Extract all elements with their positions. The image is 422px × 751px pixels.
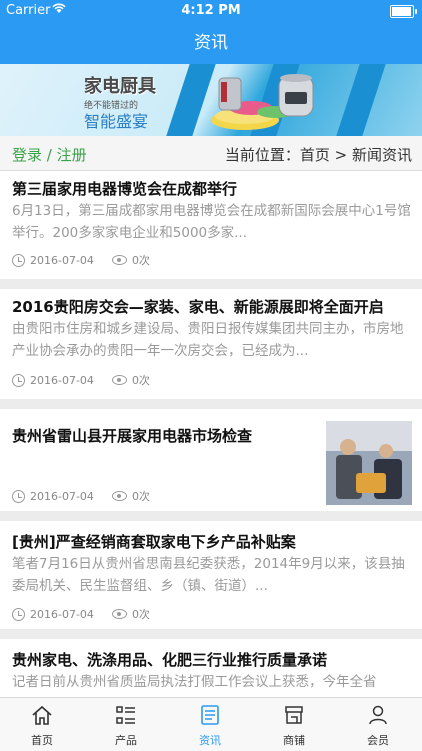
news-date: 2016-07-04 <box>30 373 94 387</box>
news-title: 贵州家电、洗涤用品、化肥三行业推行质量承诺 <box>12 651 328 669</box>
news-item[interactable]: 贵州省雷山县开展家用电器市场检查 2016-07-04 0次 <box>0 409 422 511</box>
banner-slogan: 智能盛宴 <box>84 112 149 131</box>
eye-icon <box>111 609 127 619</box>
news-title: 2016贵阳房交会—家装、家电、新能源展即将全面开启 <box>12 298 384 316</box>
clock-time: 4:12 PM <box>181 3 241 18</box>
login-register-link[interactable]: 登录 / 注册 <box>12 144 87 165</box>
news-views: 0次 <box>131 254 150 267</box>
tab-products[interactable]: 产品 <box>84 698 168 751</box>
home-icon <box>32 705 52 725</box>
news-summary: 由贵阳市住房和城乡建设局、贵阳日报传媒集团共同主办，市房地产业协会承办的贵阳一年… <box>12 321 404 359</box>
news-thumbnail <box>326 421 412 505</box>
document-icon <box>201 705 219 725</box>
news-date: 2016-07-04 <box>30 489 94 503</box>
battery-icon <box>390 5 417 18</box>
clock-icon <box>12 373 25 387</box>
news-date: 2016-07-04 <box>30 253 94 267</box>
breadcrumb-bar: 登录 / 注册 当前位置：首页 > 新闻资讯 <box>0 136 422 171</box>
news-summary: 笔者7月16日从贵州省思南县纪委获悉，2014年9月以来，该县抽委局机关、民生监… <box>12 556 405 594</box>
banner-decoration <box>336 64 386 136</box>
tab-label: 产品 <box>115 734 137 747</box>
promo-banner[interactable]: 家电厨具 绝不能错过的 智能盛宴 <box>0 64 422 136</box>
news-summary: 记者日前从贵州省质监局执法打假工作会议上获悉，今年全省 <box>12 674 377 690</box>
news-title: [贵州]严查经销商套取家电下乡产品补贴案 <box>12 533 296 551</box>
news-views: 0次 <box>131 374 150 387</box>
news-item[interactable]: [贵州]严查经销商套取家电下乡产品补贴案 笔者7月16日从贵州省思南县纪委获悉，… <box>0 521 422 629</box>
clock-icon <box>12 253 25 267</box>
news-meta: 2016-07-04 0次 <box>12 372 150 388</box>
news-item[interactable]: 第三届家用电器博览会在成都举行 6月13日，第三届成都家用电器博览会在成都新国际… <box>0 171 422 279</box>
eye-icon <box>111 491 127 501</box>
news-title: 第三届家用电器博览会在成都举行 <box>12 180 238 198</box>
tab-member[interactable]: 会员 <box>336 698 420 751</box>
news-meta: 2016-07-04 0次 <box>12 488 150 504</box>
news-date: 2016-07-04 <box>30 607 94 621</box>
appliance-image <box>211 74 314 130</box>
news-summary: 6月13日，第三届成都家用电器博览会在成都新国际会展中心1号馆举行。200多家家… <box>12 203 411 241</box>
tab-label: 会员 <box>367 734 389 747</box>
tab-label: 首页 <box>31 734 53 747</box>
clock-icon <box>12 489 25 503</box>
news-meta: 2016-07-04 0次 <box>12 606 150 622</box>
news-item[interactable]: 贵州家电、洗涤用品、化肥三行业推行质量承诺 记者日前从贵州省质监局执法打假工作会… <box>0 639 422 697</box>
news-meta: 2016-07-04 0次 <box>12 252 150 268</box>
tab-home[interactable]: 首页 <box>0 698 84 751</box>
tab-label: 商铺 <box>283 734 305 747</box>
banner-title: 家电厨具 <box>84 76 156 97</box>
page-title: 资讯 <box>194 33 228 53</box>
status-bar: Carrier 4:12 PM <box>0 0 422 22</box>
tab-bar: 首页 产品 资讯 商铺 会员 <box>0 697 422 751</box>
news-views: 0次 <box>131 608 150 621</box>
breadcrumb: 当前位置：首页 > 新闻资讯 <box>224 146 412 164</box>
tab-shops[interactable]: 商铺 <box>252 698 336 751</box>
news-views: 0次 <box>131 490 150 503</box>
clock-icon <box>12 607 25 621</box>
tab-label: 资讯 <box>199 734 221 747</box>
shop-icon <box>285 706 303 724</box>
user-icon <box>369 705 387 725</box>
list-icon <box>116 706 135 724</box>
news-item[interactable]: 2016贵阳房交会—家装、家电、新能源展即将全面开启 由贵阳市住房和城乡建设局、… <box>0 289 422 399</box>
eye-icon <box>111 255 127 265</box>
tab-news[interactable]: 资讯 <box>168 698 252 751</box>
eye-icon <box>111 375 127 385</box>
navigation-bar: 资讯 <box>0 22 422 64</box>
news-title: 贵州省雷山县开展家用电器市场检查 <box>12 427 253 445</box>
